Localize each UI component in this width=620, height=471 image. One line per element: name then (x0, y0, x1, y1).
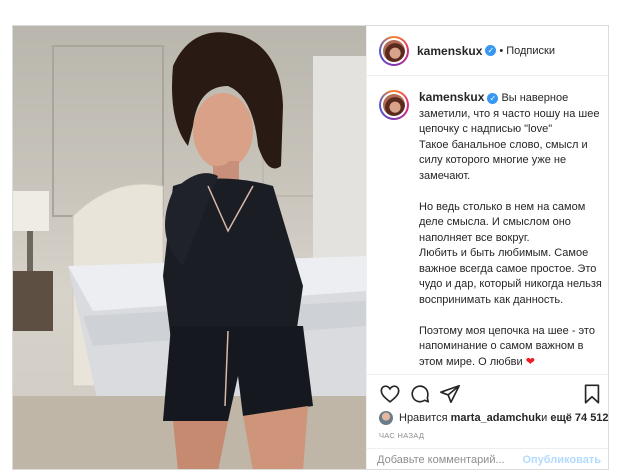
paper-plane-icon[interactable] (439, 383, 461, 405)
header-separator: • (499, 44, 504, 57)
likes-line: Нравится marta_adamchuk и ещё 74 512 (379, 411, 608, 425)
caption-body: kamenskux ✓ Вы наверное заметили, что я ч… (379, 90, 603, 374)
following-button[interactable]: Подписки (506, 45, 555, 57)
caption-username[interactable]: kamenskux (419, 90, 484, 104)
liker-username[interactable]: marta_adamchuk (451, 412, 542, 424)
heart-outline-icon[interactable] (379, 383, 401, 405)
comment-input[interactable] (377, 454, 523, 466)
post-timestamp[interactable]: ЧАС НАЗАД (379, 431, 424, 440)
caption-author-avatar[interactable] (379, 90, 409, 120)
caption-text: Вы наверное заметили, что я часто ношу н… (419, 92, 602, 368)
comment-bubble-icon[interactable] (409, 383, 431, 405)
post-header: kamenskux ✓ • Подписки (367, 26, 608, 76)
likes-middle: и (541, 412, 548, 424)
post-sidebar: kamenskux ✓ • Подписки kamenskux ✓ Вы нав… (366, 26, 608, 469)
caption-verified-badge-icon: ✓ (487, 93, 499, 104)
likes-prefix: Нравится (399, 412, 448, 424)
post-caption: kamenskux ✓ Вы наверное заметили, что я ч… (379, 90, 603, 374)
heart-emoji-icon: ❤ (525, 355, 535, 368)
photo-illustration (13, 32, 366, 469)
author-avatar[interactable] (379, 35, 409, 66)
publish-button[interactable]: Опубликовать (522, 454, 601, 466)
action-bar (367, 374, 608, 410)
verified-badge-icon: ✓ (485, 45, 497, 56)
bookmark-icon[interactable] (581, 383, 603, 405)
comment-form: Опубликовать (367, 448, 608, 469)
likes-count[interactable]: ещё 74 512 (550, 412, 608, 424)
post-photo[interactable] (13, 26, 366, 469)
author-username[interactable]: kamenskux (417, 44, 482, 58)
instagram-post: kamenskux ✓ • Подписки kamenskux ✓ Вы нав… (12, 25, 609, 470)
liker-avatar[interactable] (379, 411, 393, 425)
